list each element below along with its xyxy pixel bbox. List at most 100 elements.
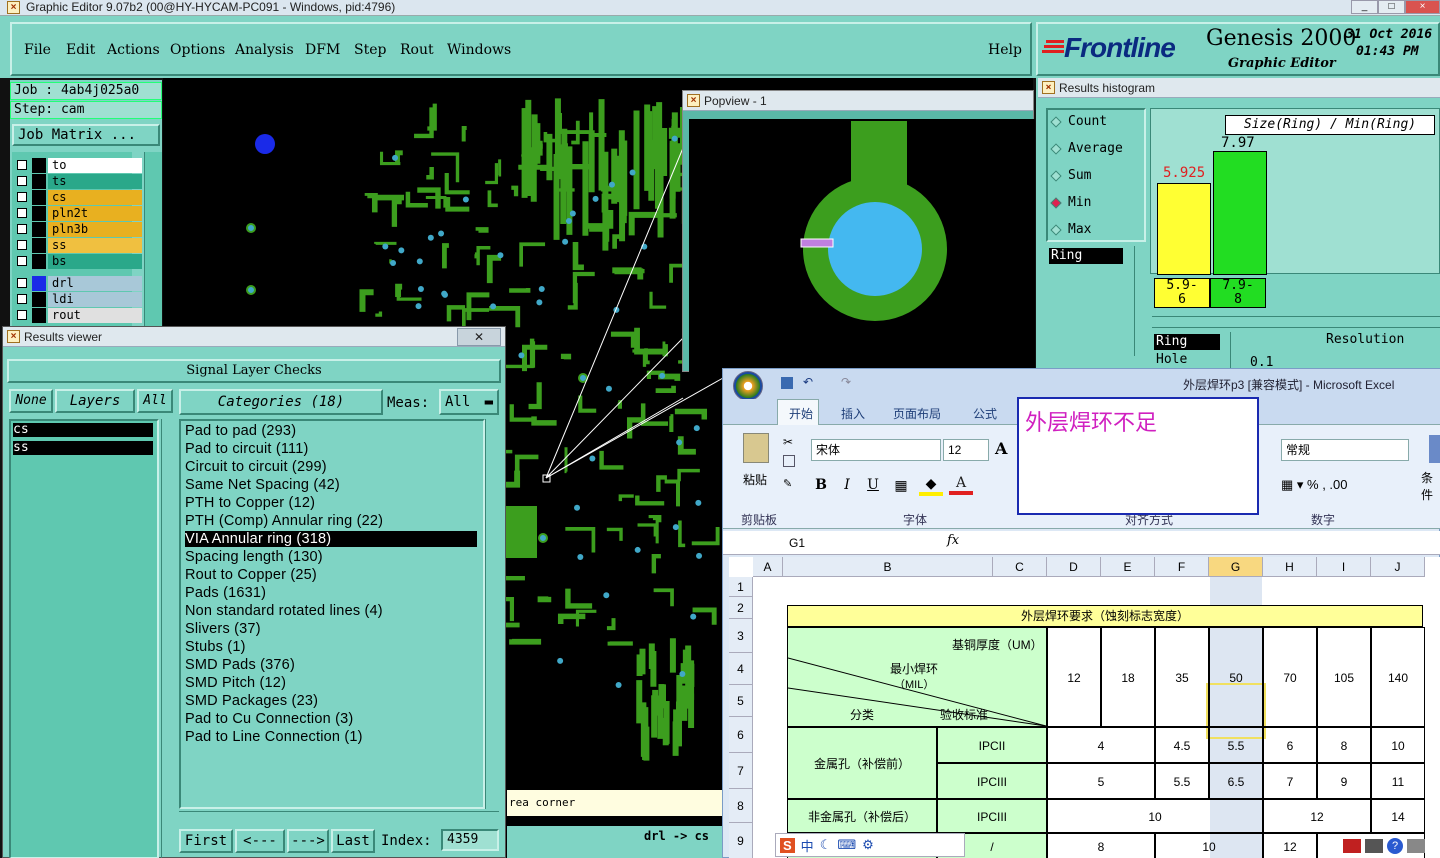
field-scrollbar[interactable] <box>1134 246 1144 356</box>
thickness-cell[interactable]: 35 <box>1155 627 1209 727</box>
sheet-cell[interactable]: 5 <box>1047 763 1155 799</box>
last-button[interactable]: Last <box>331 829 375 853</box>
popview-canvas[interactable] <box>689 119 1035 373</box>
standard-cell[interactable]: IPCIII <box>937 799 1047 833</box>
menu-analysis[interactable]: Analysis <box>235 42 294 58</box>
category-cell[interactable]: 非金属孔（补偿后） <box>787 799 937 833</box>
sheet-cell[interactable]: 8 <box>1047 833 1155 858</box>
menu-edit[interactable]: Edit <box>66 42 95 58</box>
cut-icon[interactable]: ✂ <box>783 435 793 449</box>
category-item[interactable]: Pad to circuit (111) <box>185 441 309 457</box>
menu-step[interactable]: Step <box>354 42 386 58</box>
font-color-icon[interactable]: A <box>949 475 973 495</box>
row-header[interactable]: 8 <box>729 789 753 823</box>
layer-checkbox[interactable] <box>17 160 27 170</box>
sort-item-ring[interactable]: Ring <box>1154 334 1220 350</box>
sheet-cell[interactable]: 10 <box>1155 833 1263 858</box>
none-button[interactable]: None <box>9 389 53 413</box>
menu-dfm[interactable]: DFM <box>305 42 340 58</box>
sheet-cell[interactable]: 5.5 <box>1209 727 1263 763</box>
number-format-icons[interactable]: ▦ ▾ % , .00 <box>1281 473 1409 497</box>
layer-row-pln3b[interactable]: pln3b <box>14 222 142 237</box>
sheet-cell[interactable]: 14 <box>1371 799 1425 833</box>
column-header[interactable]: I <box>1317 557 1371 577</box>
results-close-button[interactable]: ✕ <box>457 328 501 346</box>
category-item[interactable]: Non standard rotated lines (4) <box>185 603 383 619</box>
sheet-cell[interactable]: 5.5 <box>1155 763 1209 799</box>
layer-item-ss[interactable]: ss <box>13 441 153 455</box>
stat-option-average[interactable]: Average <box>1050 141 1123 156</box>
next-button[interactable]: ---> <box>287 829 329 853</box>
layer-row-rout[interactable]: rout <box>14 308 142 323</box>
tab-home[interactable]: 开始 <box>789 405 813 422</box>
sort-item-hole[interactable]: Hole <box>1156 352 1187 367</box>
column-header[interactable]: J <box>1371 557 1425 577</box>
sheet-cell[interactable]: 6 <box>1263 727 1317 763</box>
copy-icon[interactable] <box>783 455 795 467</box>
category-item[interactable]: SMD Packages (23) <box>185 693 318 709</box>
sheet-cell[interactable]: 8 <box>1317 727 1371 763</box>
sheet-cell[interactable]: 4 <box>1047 727 1155 763</box>
column-header[interactable]: A <box>753 557 783 577</box>
layer-checkbox[interactable] <box>17 224 27 234</box>
layer-row-to[interactable]: to <box>14 158 142 173</box>
menu-windows[interactable]: Windows <box>447 42 511 58</box>
maximize-button[interactable]: □ <box>1378 0 1405 14</box>
menu-options[interactable]: Options <box>170 42 225 58</box>
sheet-cell[interactable]: 10 <box>1047 799 1263 833</box>
category-item[interactable]: PTH (Comp) Annular ring (22) <box>185 513 383 529</box>
column-header[interactable]: E <box>1101 557 1155 577</box>
category-hscroll[interactable] <box>179 811 499 825</box>
menu-help[interactable]: Help <box>988 42 1022 58</box>
row-header[interactable]: 3 <box>729 619 753 653</box>
column-header[interactable]: H <box>1263 557 1317 577</box>
office-button-icon[interactable] <box>733 371 763 401</box>
minimize-button[interactable]: _ <box>1351 0 1378 14</box>
category-item[interactable]: Rout to Copper (25) <box>185 567 317 583</box>
category-item[interactable]: Circuit to circuit (299) <box>185 459 327 475</box>
stat-option-sum[interactable]: Sum <box>1050 168 1091 183</box>
field-selector[interactable]: Ring <box>1049 248 1123 264</box>
layer-checkbox[interactable] <box>17 192 27 202</box>
sheet-cell[interactable]: 12 <box>1263 799 1371 833</box>
layer-checkbox[interactable] <box>17 278 27 288</box>
fill-color-icon[interactable]: ◆ <box>919 475 943 496</box>
name-box[interactable]: G1 <box>731 533 881 553</box>
paste-icon[interactable] <box>743 433 769 463</box>
taskbar-app-icon[interactable] <box>1343 839 1361 853</box>
row-header[interactable]: 9 <box>729 823 753 858</box>
tab-page-layout[interactable]: 页面布局 <box>893 405 941 422</box>
thickness-cell[interactable]: 12 <box>1047 627 1101 727</box>
menu-file[interactable]: File <box>24 42 51 58</box>
thickness-cell[interactable]: 50 <box>1209 627 1263 727</box>
row-header[interactable]: 1 <box>729 577 753 597</box>
job-matrix-button[interactable]: Job Matrix ... <box>12 124 160 146</box>
all-button[interactable]: All <box>137 389 173 413</box>
tab-formulas[interactable]: 公式 <box>973 405 997 422</box>
layer-list-scrollbar[interactable] <box>161 419 173 858</box>
column-header[interactable]: C <box>993 557 1047 577</box>
layer-checkbox[interactable] <box>17 176 27 186</box>
category-item[interactable]: Spacing length (130) <box>185 549 323 565</box>
histogram-hscroll[interactable] <box>1152 316 1440 328</box>
ime-moon-icon[interactable]: ☾ <box>820 837 832 853</box>
font-name-select[interactable]: 宋体 <box>811 439 941 461</box>
sheet-cell[interactable]: 11 <box>1371 763 1425 799</box>
category-item[interactable]: Pad to Cu Connection (3) <box>185 711 353 727</box>
fx-icon[interactable]: fx <box>947 533 959 548</box>
redo-icon[interactable]: ↷ <box>841 375 851 389</box>
paste-label[interactable]: 粘贴 <box>743 471 767 488</box>
menu-actions[interactable]: Actions <box>107 42 160 58</box>
ime-keyboard-icon[interactable]: ⌨ <box>837 837 856 853</box>
sheet-cell[interactable]: 4.5 <box>1155 727 1209 763</box>
layer-checkbox[interactable] <box>17 310 27 320</box>
thickness-cell[interactable]: 140 <box>1371 627 1425 727</box>
layer-row-cs[interactable]: cs <box>14 190 142 205</box>
italic-button[interactable]: I <box>837 477 857 493</box>
first-button[interactable]: First <box>179 829 233 853</box>
underline-button[interactable]: U <box>863 477 883 493</box>
category-item[interactable]: Same Net Spacing (42) <box>185 477 340 493</box>
grow-font-icon[interactable]: A <box>995 439 1007 458</box>
layer-item-cs[interactable]: cs <box>13 423 153 437</box>
row-header[interactable]: 5 <box>729 685 753 717</box>
